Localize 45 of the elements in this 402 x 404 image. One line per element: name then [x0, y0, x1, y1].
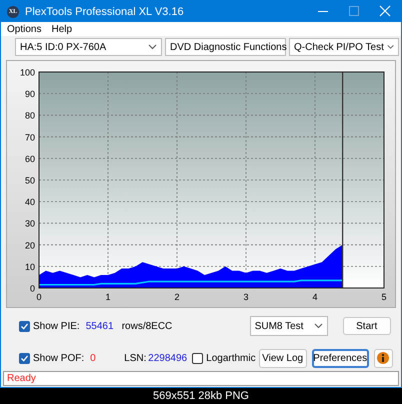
checkbox-label: Show PIE:	[33, 320, 80, 332]
y-tick-label: 50	[24, 176, 35, 186]
window-title: PlexTools Professional XL V3.16	[25, 6, 185, 18]
x-tick-label: 1	[106, 292, 110, 302]
y-tick-label: 70	[24, 132, 35, 142]
x-tick-label: 4	[312, 292, 318, 302]
pof-count: 0	[90, 352, 97, 364]
x-tick-label: 5	[382, 292, 386, 302]
info-button[interactable]	[374, 348, 393, 368]
x-tick-label: 3	[244, 292, 248, 302]
lsn-label: LSN:	[124, 352, 148, 364]
pie-count: 55461	[86, 320, 115, 332]
info-icon	[377, 352, 390, 364]
chevron-icon	[386, 44, 394, 50]
y-tick-label: 80	[24, 110, 35, 121]
checkbox[interactable]	[19, 352, 30, 364]
y-tick-label: 10	[24, 262, 35, 272]
y-tick-label: 90	[24, 89, 35, 100]
lsn-value: 2298496	[148, 352, 188, 364]
status-text: Ready	[7, 373, 36, 384]
menu-item[interactable]: Help	[51, 24, 72, 34]
x-tick-label: 2	[174, 292, 180, 302]
action-button[interactable]: Preferences	[312, 348, 369, 368]
image-caption: 569x551 28kb PNG	[152, 390, 249, 402]
checkbox-label: Logarthmic	[206, 352, 256, 364]
y-tick-label: 0	[30, 284, 35, 294]
dropdown[interactable]: Q-Check PI/PO Test	[289, 38, 399, 56]
y-tick-label: 20	[24, 240, 35, 250]
menu-item[interactable]: Options	[7, 24, 42, 34]
checkbox[interactable]	[192, 352, 204, 364]
test-dropdown[interactable]: SUM8 Test	[250, 316, 328, 336]
y-tick-label: 100	[20, 68, 35, 78]
checkbox[interactable]	[19, 320, 30, 332]
unit-label: rows/8ECC	[122, 320, 174, 332]
x-tick-label: 0	[36, 292, 42, 302]
y-tick-label: 30	[24, 218, 35, 229]
chevron-icon	[148, 44, 157, 50]
dropdown[interactable]: DVD Diagnostic Functions	[165, 38, 286, 56]
dropdown[interactable]: HA:5 ID:0 PX-760A	[15, 38, 162, 56]
action-button[interactable]: View Log	[258, 348, 307, 368]
y-tick-label: 40	[24, 197, 35, 208]
start-button[interactable]: Start	[342, 317, 391, 335]
y-tick-label: 60	[24, 154, 35, 164]
chevron-icon	[314, 323, 323, 329]
checkbox-label: Show POF:	[33, 352, 84, 364]
